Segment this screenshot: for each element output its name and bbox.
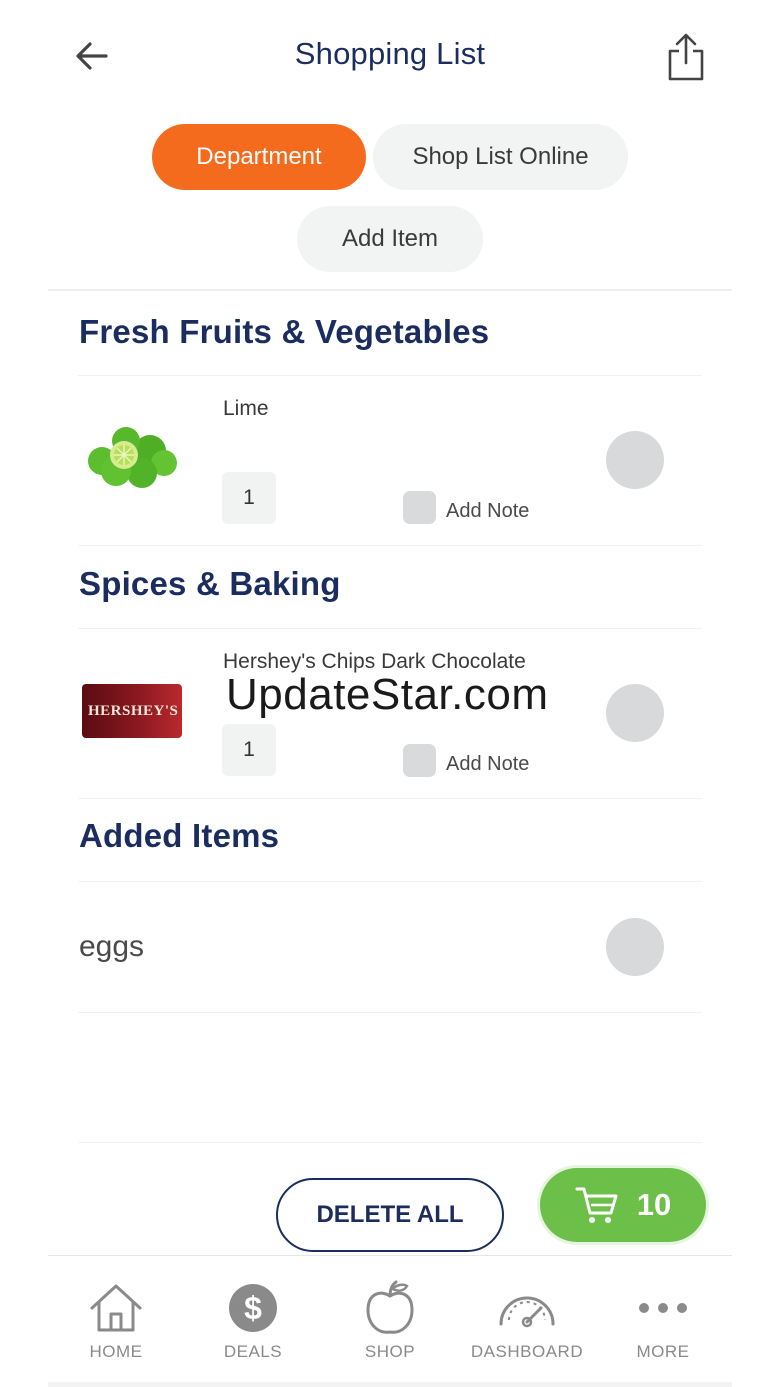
- cart-icon: [575, 1187, 618, 1223]
- row-divider: [78, 881, 702, 882]
- share-button[interactable]: [660, 28, 712, 86]
- item-name: eggs: [79, 930, 145, 963]
- quantity-field[interactable]: 1: [222, 472, 276, 524]
- package-brand-text: HERSHEY'S: [88, 702, 179, 719]
- tab-label: MORE: [636, 1342, 690, 1361]
- add-item-button[interactable]: Add Item: [297, 206, 483, 272]
- section-title-spices: Spices & Baking: [79, 565, 341, 602]
- tab-home[interactable]: HOME: [48, 1278, 184, 1378]
- home-icon: [90, 1284, 142, 1332]
- item-check-toggle[interactable]: [606, 431, 664, 489]
- item-check-toggle[interactable]: [606, 918, 664, 976]
- app-header: Shopping List: [0, 0, 780, 110]
- shop-list-online-tab[interactable]: Shop List Online: [373, 124, 628, 190]
- row-divider: [78, 375, 702, 376]
- tab-dashboard[interactable]: DASHBOARD: [459, 1278, 595, 1378]
- tab-label: DASHBOARD: [470, 1342, 584, 1361]
- apple-icon: [366, 1280, 414, 1334]
- delete-all-button[interactable]: DELETE ALL: [276, 1178, 504, 1252]
- row-divider: [78, 628, 702, 629]
- bottom-edge: [48, 1382, 732, 1387]
- section-divider: [48, 289, 732, 291]
- dollar-icon: $: [229, 1284, 277, 1332]
- share-icon: [668, 33, 704, 81]
- lime-image: [88, 427, 177, 488]
- cart-button[interactable]: 10: [540, 1168, 706, 1242]
- row-divider: [78, 798, 702, 799]
- row-divider: [78, 1012, 702, 1013]
- tab-label: DEALS: [223, 1342, 283, 1361]
- chocolate-chips-image: HERSHEY'S: [82, 684, 182, 738]
- add-note-label[interactable]: Add Note: [446, 753, 529, 776]
- add-note-checkbox[interactable]: [403, 491, 436, 524]
- quantity-field[interactable]: 1: [222, 724, 276, 776]
- item-check-toggle[interactable]: [606, 684, 664, 742]
- tab-shop[interactable]: SHOP: [322, 1278, 458, 1378]
- row-divider: [78, 1142, 702, 1143]
- more-dots-icon: [639, 1303, 687, 1313]
- add-note-label[interactable]: Add Note: [446, 500, 529, 523]
- tab-deals[interactable]: $ DEALS: [185, 1278, 321, 1378]
- department-tab[interactable]: Department: [152, 124, 366, 190]
- watermark-text: UpdateStar.com: [226, 670, 549, 719]
- cart-count: 10: [636, 1187, 672, 1222]
- tab-more[interactable]: MORE: [595, 1278, 731, 1378]
- section-title-fresh: Fresh Fruits & Vegetables: [79, 313, 490, 350]
- tab-label: SHOP: [364, 1342, 416, 1361]
- row-divider: [78, 545, 702, 546]
- section-title-added: Added Items: [79, 817, 280, 854]
- gauge-icon: [499, 1296, 555, 1328]
- tab-label: HOME: [89, 1342, 143, 1361]
- add-note-checkbox[interactable]: [403, 744, 436, 777]
- item-name: Lime: [223, 397, 269, 420]
- svg-text:$: $: [244, 1290, 262, 1326]
